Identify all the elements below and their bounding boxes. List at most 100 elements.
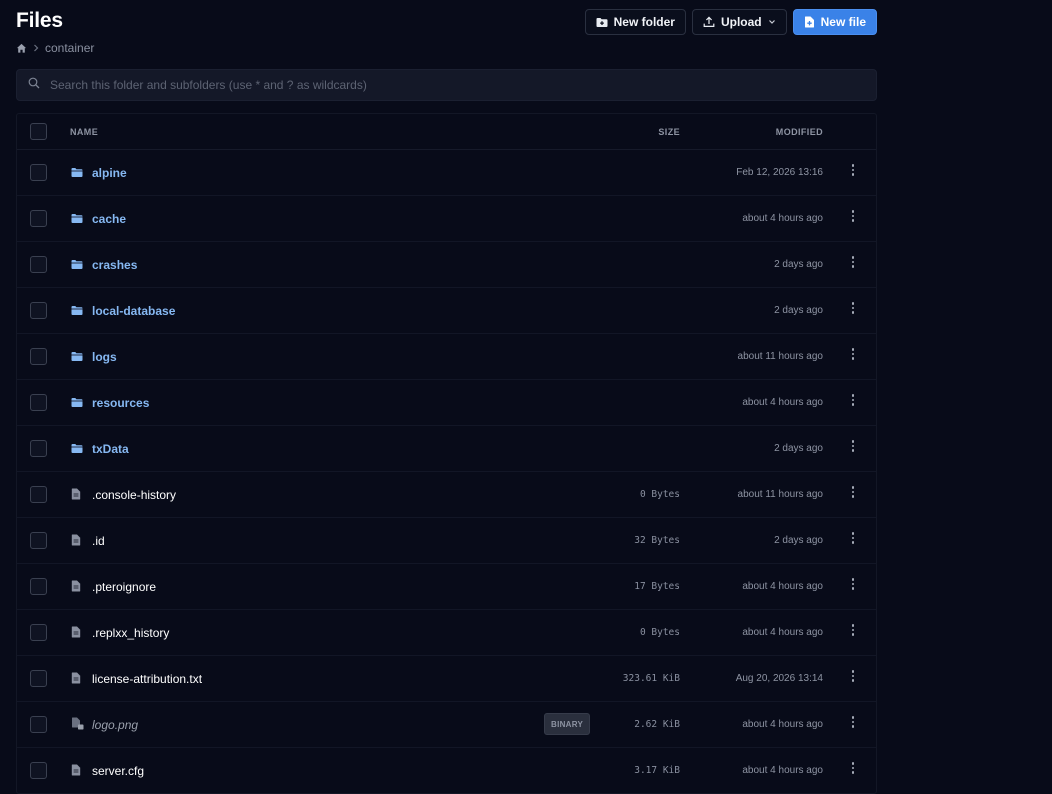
upload-button[interactable]: Upload: [691, 9, 787, 35]
new-file-button[interactable]: New file: [792, 9, 877, 35]
table-row[interactable]: .console-history 0 Bytes about 11 hours ag…: [17, 472, 876, 518]
file-name[interactable]: crashes: [92, 258, 137, 272]
column-header-name[interactable]: NAME: [70, 127, 98, 137]
file-size: 0 Bytes: [639, 489, 680, 500]
row-checkbox[interactable]: [30, 348, 47, 365]
file-name[interactable]: license-attribution.txt: [92, 672, 202, 686]
modified-date: 2 days ago: [774, 305, 823, 316]
table-row[interactable]: logs about 11 hours ago: [17, 334, 876, 380]
file-icon: [71, 533, 81, 551]
file-name[interactable]: .pteroignore: [92, 580, 156, 594]
file-name[interactable]: .id: [92, 534, 105, 548]
breadcrumb: container: [16, 40, 94, 56]
row-checkbox[interactable]: [30, 440, 47, 457]
more-options-icon[interactable]: [846, 161, 860, 179]
row-checkbox[interactable]: [30, 670, 47, 687]
file-name[interactable]: cache: [92, 212, 126, 226]
table-row[interactable]: crashes 2 days ago: [17, 242, 876, 288]
table-row[interactable]: txData 2 days ago: [17, 426, 876, 472]
home-icon[interactable]: [16, 43, 27, 54]
search-input[interactable]: [48, 77, 876, 93]
modified-date: 2 days ago: [774, 443, 823, 454]
file-name[interactable]: .replxx_history: [92, 626, 169, 640]
modified-date: about 4 hours ago: [742, 397, 823, 408]
table-row[interactable]: resources about 4 hours ago: [17, 380, 876, 426]
folder-icon: [71, 395, 83, 413]
file-size: 3.17 KiB: [634, 765, 680, 776]
table-body: alpine Feb 12, 2026 13:16 cache about 4 hou…: [17, 150, 876, 793]
select-all-checkbox[interactable]: [30, 123, 47, 140]
folder-plus-icon: [596, 17, 608, 28]
table-header: NAME SIZE MODIFIED: [17, 114, 876, 150]
more-options-icon[interactable]: [846, 437, 860, 455]
file-name[interactable]: logo.png: [92, 718, 138, 732]
folder-icon: [71, 257, 83, 275]
more-options-icon[interactable]: [846, 713, 860, 731]
binary-badge: BINARY: [544, 713, 591, 735]
modified-date: about 4 hours ago: [742, 581, 823, 592]
folder-icon: [71, 303, 83, 321]
folder-icon: [71, 211, 83, 229]
chevron-right-icon: [33, 44, 39, 52]
modified-date: about 4 hours ago: [742, 765, 823, 776]
page-title: Files: [16, 9, 63, 32]
row-checkbox[interactable]: [30, 394, 47, 411]
modified-date: Feb 12, 2026 13:16: [736, 167, 823, 178]
modified-date: about 4 hours ago: [742, 627, 823, 638]
row-checkbox[interactable]: [30, 532, 47, 549]
more-options-icon[interactable]: [846, 299, 860, 317]
more-options-icon[interactable]: [846, 621, 860, 639]
file-name[interactable]: resources: [92, 396, 149, 410]
table-row[interactable]: server.cfg 3.17 KiB about 4 hours ago: [17, 748, 876, 793]
table-row[interactable]: license-attribution.txt 323.61 KiB Aug 20,…: [17, 656, 876, 702]
more-options-icon[interactable]: [846, 759, 860, 777]
folder-icon: [71, 441, 83, 459]
file-size: 32 Bytes: [634, 535, 680, 546]
table-row[interactable]: logo.png BINARY 2.62 KiB about 4 hours ago: [17, 702, 876, 748]
row-checkbox[interactable]: [30, 762, 47, 779]
file-name[interactable]: local-database: [92, 304, 175, 318]
upload-label: Upload: [720, 15, 762, 29]
more-options-icon[interactable]: [846, 575, 860, 593]
file-name[interactable]: logs: [92, 350, 117, 364]
modified-date: about 4 hours ago: [742, 213, 823, 224]
column-header-size[interactable]: SIZE: [658, 127, 680, 137]
upload-icon: [703, 16, 715, 28]
row-checkbox[interactable]: [30, 256, 47, 273]
row-checkbox[interactable]: [30, 210, 47, 227]
file-name[interactable]: .console-history: [92, 488, 176, 502]
file-name[interactable]: server.cfg: [92, 764, 144, 778]
file-icon: [71, 579, 81, 597]
more-options-icon[interactable]: [846, 253, 860, 271]
file-size: 17 Bytes: [634, 581, 680, 592]
row-checkbox[interactable]: [30, 578, 47, 595]
table-row[interactable]: alpine Feb 12, 2026 13:16: [17, 150, 876, 196]
more-options-icon[interactable]: [846, 207, 860, 225]
table-row[interactable]: local-database 2 days ago: [17, 288, 876, 334]
file-plus-icon: [804, 16, 815, 28]
table-row[interactable]: cache about 4 hours ago: [17, 196, 876, 242]
table-row[interactable]: .id 32 Bytes 2 days ago: [17, 518, 876, 564]
more-options-icon[interactable]: [846, 483, 860, 501]
row-checkbox[interactable]: [30, 716, 47, 733]
new-file-label: New file: [820, 15, 866, 29]
file-size: 2.62 KiB: [634, 719, 680, 730]
more-options-icon[interactable]: [846, 345, 860, 363]
file-name[interactable]: alpine: [92, 166, 127, 180]
file-icon: [71, 487, 81, 505]
more-options-icon[interactable]: [846, 391, 860, 409]
modified-date: about 11 hours ago: [737, 351, 823, 362]
row-checkbox[interactable]: [30, 624, 47, 641]
table-row[interactable]: .pteroignore 17 Bytes about 4 hours ago: [17, 564, 876, 610]
search-icon: [28, 76, 40, 94]
more-options-icon[interactable]: [846, 667, 860, 685]
column-header-modified[interactable]: MODIFIED: [776, 127, 823, 137]
table-row[interactable]: .replxx_history 0 Bytes about 4 hours ago: [17, 610, 876, 656]
file-name[interactable]: txData: [92, 442, 129, 456]
breadcrumb-item-container[interactable]: container: [45, 41, 94, 55]
new-folder-button[interactable]: New folder: [584, 9, 686, 35]
row-checkbox[interactable]: [30, 302, 47, 319]
row-checkbox[interactable]: [30, 164, 47, 181]
row-checkbox[interactable]: [30, 486, 47, 503]
more-options-icon[interactable]: [846, 529, 860, 547]
